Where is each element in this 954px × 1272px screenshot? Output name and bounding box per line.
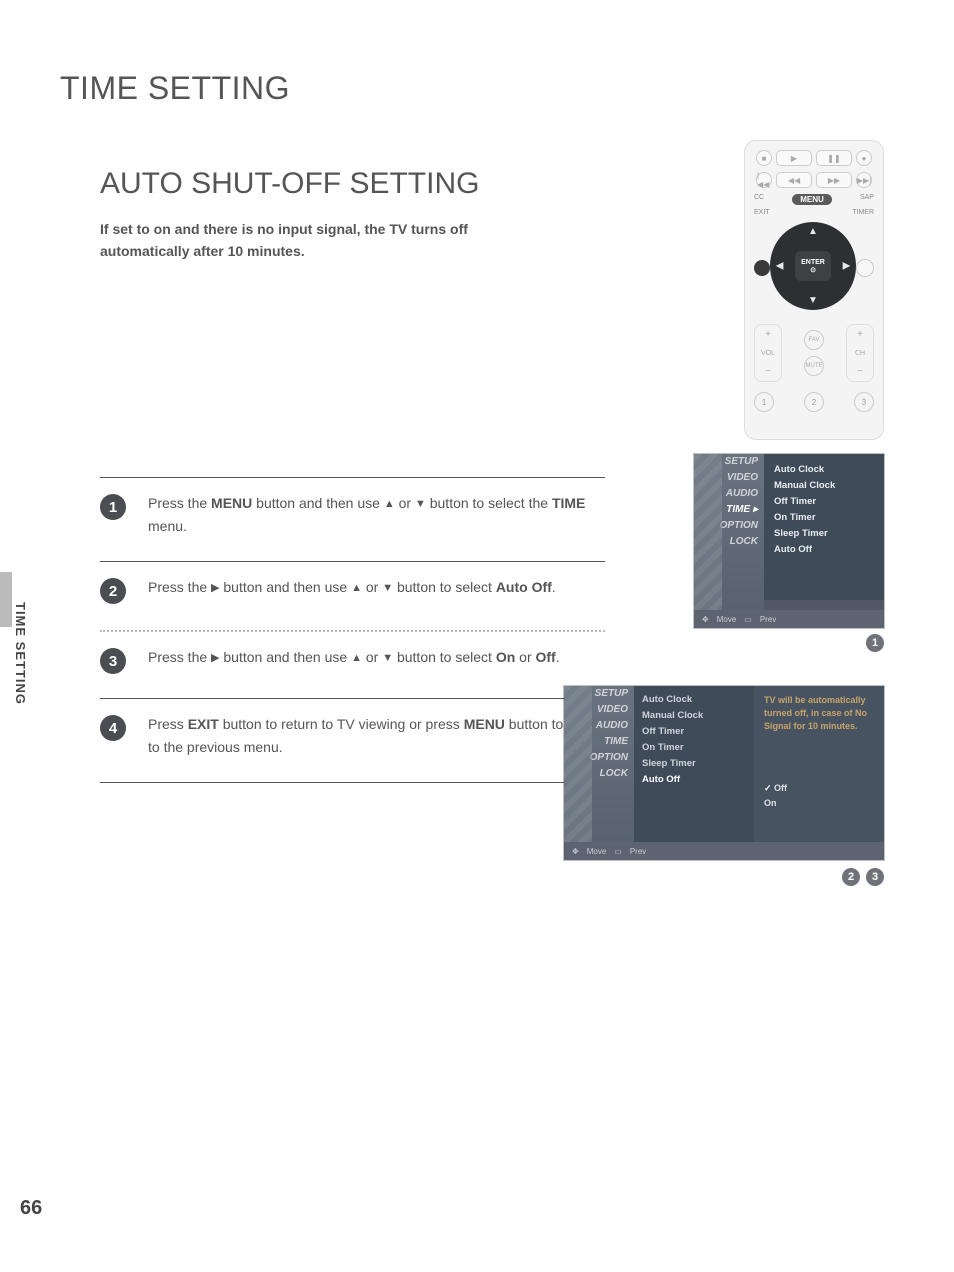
d-pad: ▲ ▼ ◀ ▶ ENTER⊙	[770, 222, 857, 310]
timer-label: TIMER	[852, 209, 874, 216]
menu-item: On Timer	[642, 740, 762, 756]
step-badge: 4	[100, 715, 126, 741]
steps: 1 Press the MENU button and then use ▲ o…	[100, 477, 605, 783]
right-arrow-icon: ▶	[843, 261, 851, 272]
num-button-3: 3	[854, 392, 874, 412]
prev-label: Prev	[630, 847, 646, 856]
divider	[100, 698, 605, 699]
callout-badge: 1	[866, 634, 884, 652]
side-tab: TIME SETTING	[0, 572, 38, 802]
prev-label: Prev	[760, 615, 776, 624]
up-arrow-icon: ▲	[384, 496, 395, 514]
move-label: Move	[717, 615, 737, 624]
next-track-button-icon: ▶▶|	[856, 172, 872, 188]
menu-icon: ▭	[614, 847, 622, 856]
menu-item: Manual Clock	[642, 708, 762, 724]
down-arrow-icon: ▼	[382, 580, 393, 598]
dpad-icon: ✥	[572, 847, 579, 856]
menu-item: Auto Clock	[642, 692, 762, 708]
up-arrow-icon: ▲	[351, 580, 362, 598]
step-4: 4 Press EXIT button to return to TV view…	[100, 701, 605, 776]
fav-button: FAV	[804, 330, 824, 350]
num-button-2: 2	[804, 392, 824, 412]
up-arrow-icon: ▲	[808, 226, 818, 237]
exit-button	[754, 260, 770, 276]
prev-track-button-icon: |◀◀	[756, 172, 772, 188]
right-arrow-icon: ▸	[753, 504, 758, 515]
down-arrow-icon: ▼	[382, 650, 393, 668]
remote-illustration: ■ ▶ ❚❚ ● |◀◀ ◀◀ ▶▶ ▶▶| CC MENU SAP EXIT …	[744, 140, 884, 440]
step-3: 3 Press the ▶ button and then use ▲ or ▼…	[100, 634, 605, 692]
down-arrow-icon: ▼	[415, 496, 426, 514]
menu-item: Auto Off	[774, 542, 874, 558]
volume-rocker: +VOL−	[754, 324, 782, 382]
move-label: Move	[587, 847, 607, 856]
menu-item: Sleep Timer	[642, 756, 762, 772]
divider	[100, 477, 605, 478]
down-arrow-icon: ▼	[808, 295, 818, 306]
intro-text: If set to on and there is no input signa…	[100, 219, 520, 262]
step-badge: 3	[100, 648, 126, 674]
menu-item-selected: Auto Off▶	[642, 772, 762, 788]
menu-item: On Timer	[774, 510, 874, 526]
step-2: 2 Press the ▶ button and then use ▲ or ▼…	[100, 564, 605, 622]
timer-button	[856, 259, 874, 277]
rewind-button-icon: ◀◀	[776, 172, 812, 188]
menu-icon: ▭	[744, 615, 752, 624]
step-1: 1 Press the MENU button and then use ▲ o…	[100, 480, 605, 555]
option-on: On	[764, 796, 874, 811]
dpad-icon: ✥	[702, 615, 709, 624]
right-arrow-icon: ▶	[211, 650, 219, 668]
play-button-icon: ▶	[776, 150, 812, 166]
sap-label: SAP	[860, 194, 874, 205]
step-badge: 2	[100, 578, 126, 604]
divider-dotted	[100, 630, 605, 632]
side-tab-label: TIME SETTING	[13, 602, 28, 705]
channel-rocker: +CH−	[846, 324, 874, 382]
menu-item: Off Timer	[774, 494, 874, 510]
callout-badge: 2	[842, 868, 860, 886]
menu-item: Auto Clock	[774, 462, 874, 478]
num-button-1: 1	[754, 392, 774, 412]
page-title: TIME SETTING	[60, 70, 894, 107]
stop-button-icon: ■	[756, 150, 772, 166]
divider	[100, 561, 605, 562]
cc-label: CC	[754, 194, 764, 205]
exit-label: EXIT	[754, 209, 770, 216]
callout-badge: 3	[866, 868, 884, 886]
enter-button: ENTER⊙	[795, 251, 831, 281]
pause-button-icon: ❚❚	[816, 150, 852, 166]
mute-button: MUTE	[804, 356, 824, 376]
record-button-icon: ●	[856, 150, 872, 166]
up-arrow-icon: ▲	[351, 650, 362, 668]
menu-item: Off Timer	[642, 724, 762, 740]
menu-button: MENU	[792, 194, 832, 205]
left-arrow-icon: ◀	[776, 261, 784, 272]
divider	[100, 782, 605, 783]
osd-time-menu: SETUP VIDEO AUDIO TIME ▸ OPTION LOCK Aut…	[694, 454, 884, 628]
osd-auto-off-detail: SETUP VIDEO AUDIO TIME OPTION LOCK Auto …	[564, 686, 884, 860]
step-badge: 1	[100, 494, 126, 520]
forward-button-icon: ▶▶	[816, 172, 852, 188]
menu-item: Sleep Timer	[774, 526, 874, 542]
right-arrow-icon: ▶	[211, 580, 219, 598]
option-off: Off	[764, 781, 874, 796]
menu-item: Manual Clock	[774, 478, 874, 494]
auto-off-note: TV will be automatically turned off, in …	[764, 694, 874, 733]
page-number: 66	[20, 1197, 42, 1220]
